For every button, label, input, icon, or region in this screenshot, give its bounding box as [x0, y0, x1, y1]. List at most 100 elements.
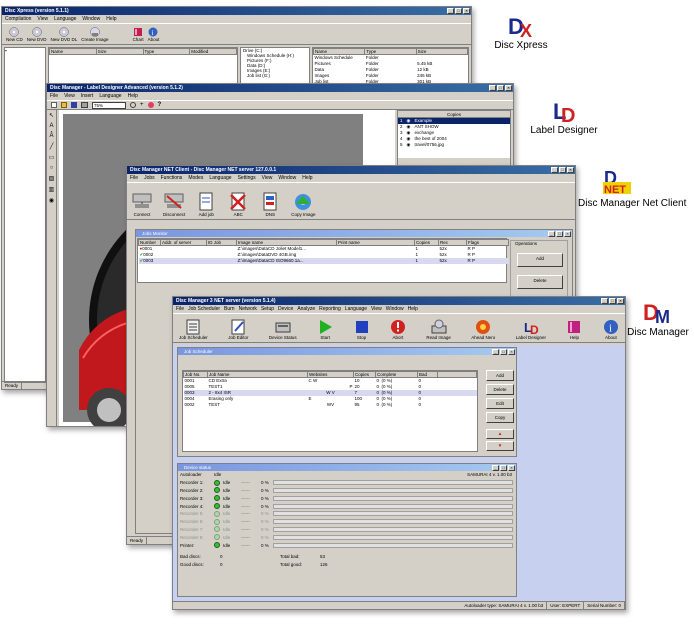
delete-button[interactable]: Delete	[517, 275, 563, 289]
minimize-button[interactable]: _	[601, 298, 608, 304]
new-cd-button[interactable]: New CD	[6, 27, 23, 42]
close-button[interactable]: ×	[508, 465, 515, 471]
disc-tool-icon[interactable]: ◉	[49, 197, 54, 204]
list-item[interactable]: 5 ◉ travel/0756.jpg	[398, 142, 510, 148]
menu-file[interactable]: File	[176, 305, 184, 313]
help-icon[interactable]: ?	[158, 102, 162, 108]
rectangle-tool-icon[interactable]: ▭	[49, 154, 55, 161]
menu-settings[interactable]: Settings	[238, 174, 256, 182]
maximize-button[interactable]: □	[497, 85, 504, 91]
device-row[interactable]: Recorder 7: Idle ------ 0 %	[178, 526, 516, 534]
close-button[interactable]: ×	[505, 85, 512, 91]
menu-language[interactable]: Language	[345, 305, 367, 313]
copy-job-button[interactable]: Copy	[486, 412, 514, 423]
print-icon[interactable]	[81, 102, 88, 108]
minimize-button[interactable]: _	[447, 8, 454, 14]
open-folder-icon[interactable]	[61, 102, 67, 108]
label-designer-button[interactable]: LD Label Designer	[516, 319, 546, 340]
create-image-button[interactable]: Create Image	[81, 27, 109, 42]
menu-device[interactable]: Device	[278, 305, 293, 313]
menu-analyze[interactable]: Analyze	[297, 305, 315, 313]
maximize-button[interactable]: □	[500, 465, 507, 471]
menu-window[interactable]: Window	[386, 305, 404, 313]
close-button[interactable]: ×	[463, 8, 470, 14]
connect-button[interactable]: Connect	[131, 192, 153, 217]
col-header-modified[interactable]: Modified	[189, 48, 237, 55]
menu-burn[interactable]: Burn	[224, 305, 235, 313]
refresh-icon[interactable]	[130, 102, 136, 108]
curve-text-tool-icon[interactable]: Â	[49, 133, 53, 139]
add-job-button[interactable]: Add	[486, 370, 514, 381]
barcode-tool-icon[interactable]: ▥	[49, 186, 55, 193]
palette-icon[interactable]	[147, 102, 154, 108]
job-scheduler-button[interactable]: Job Scheduler	[179, 319, 208, 340]
menu-language[interactable]: Language	[209, 174, 231, 182]
maximize-button[interactable]: □	[556, 231, 563, 237]
close-button[interactable]: ×	[508, 349, 515, 355]
read-image-button[interactable]: Read Image	[426, 319, 451, 340]
stop-button[interactable]: Stop	[354, 319, 370, 340]
add-job-button[interactable]: Add job	[195, 192, 217, 217]
maximize-button[interactable]: □	[609, 298, 616, 304]
menu-reporting[interactable]: Reporting	[319, 305, 341, 313]
tree-item[interactable]: Job list (G:)	[241, 73, 309, 78]
chart-button[interactable]: Chart	[133, 27, 144, 42]
new-dvd-dl-button[interactable]: New DVD DL	[51, 27, 77, 42]
device-row[interactable]: Recorder 2: Idle ------ 0 %	[178, 487, 516, 495]
menu-functions[interactable]: Functions	[161, 174, 183, 182]
ellipse-tool-icon[interactable]: ○	[50, 165, 54, 171]
maximize-button[interactable]: □	[559, 167, 566, 173]
menu-modes[interactable]: Modes	[188, 174, 203, 182]
menu-language[interactable]: Language	[99, 92, 121, 100]
abc-button[interactable]: ABC	[227, 192, 249, 217]
col-header-name[interactable]: Name	[49, 48, 97, 55]
close-button[interactable]: ×	[567, 167, 574, 173]
line-tool-icon[interactable]: ╱	[50, 143, 54, 150]
device-row[interactable]: Recorder 3: Idle ------ 0 %	[178, 494, 516, 502]
maximize-button[interactable]: □	[500, 349, 507, 355]
about-button[interactable]: i About	[603, 319, 619, 340]
move-down-button[interactable]: ▼	[486, 441, 514, 451]
menu-file[interactable]: File	[50, 92, 58, 100]
menu-view[interactable]: View	[64, 92, 75, 100]
start-button[interactable]: Start	[317, 319, 333, 340]
device-row[interactable]: Recorder 5: Idle ------ 0 %	[178, 510, 516, 518]
move-up-button[interactable]: ▲	[486, 429, 514, 439]
minimize-button[interactable]: _	[492, 349, 499, 355]
image-tool-icon[interactable]: ▨	[49, 175, 55, 182]
menu-view[interactable]: View	[371, 305, 382, 313]
device-row[interactable]: Recorder 4: Idle ------ 0 %	[178, 502, 516, 510]
maximize-button[interactable]: □	[455, 8, 462, 14]
menu-help[interactable]: Help	[106, 15, 116, 23]
menu-setup[interactable]: Setup	[261, 305, 274, 313]
device-row[interactable]: Printer: Idle ------ 0 %	[178, 541, 516, 549]
menu-language[interactable]: Language	[54, 15, 76, 23]
tree-root-item[interactable]: ▪	[5, 48, 7, 53]
job-editor-button[interactable]: Job Editor	[228, 319, 248, 340]
menu-compilation[interactable]: Compilation	[5, 15, 31, 23]
dns-button[interactable]: DNS	[259, 192, 281, 217]
new-file-icon[interactable]	[51, 102, 57, 108]
minimize-button[interactable]: _	[489, 85, 496, 91]
disconnect-button[interactable]: Disconnect	[163, 192, 185, 217]
device-row[interactable]: Recorder 8: Idle ------ 0 %	[178, 533, 516, 541]
menu-view[interactable]: View	[262, 174, 273, 182]
table-row[interactable]: 0002 TEST WV 95 0 (0 %) 0	[184, 402, 477, 408]
col-header-type[interactable]: Type	[142, 48, 191, 55]
table-row[interactable]: ✔0003 Z:\images\DataCD ISO9660.1a... 1 5…	[138, 257, 509, 264]
abort-button[interactable]: Abort	[390, 319, 406, 340]
menu-insert[interactable]: Insert	[81, 92, 94, 100]
new-dvd-button[interactable]: New DVD	[27, 27, 47, 42]
save-icon[interactable]	[71, 102, 77, 108]
menu-window[interactable]: Window	[278, 174, 296, 182]
menu-view[interactable]: View	[37, 15, 48, 23]
add-icon[interactable]: +	[140, 102, 144, 108]
close-button[interactable]: ×	[617, 298, 624, 304]
pointer-tool-icon[interactable]: ↖	[49, 112, 54, 119]
device-status-button[interactable]: Device Status	[269, 319, 297, 340]
menu-file[interactable]: File	[130, 174, 138, 182]
device-row[interactable]: Recorder 6: Idle ------ 0 %	[178, 518, 516, 526]
ahead-nero-button[interactable]: Ahead Nero	[471, 319, 495, 340]
add-button[interactable]: Add	[517, 253, 563, 267]
menu-jobs[interactable]: Jobs	[144, 174, 155, 182]
